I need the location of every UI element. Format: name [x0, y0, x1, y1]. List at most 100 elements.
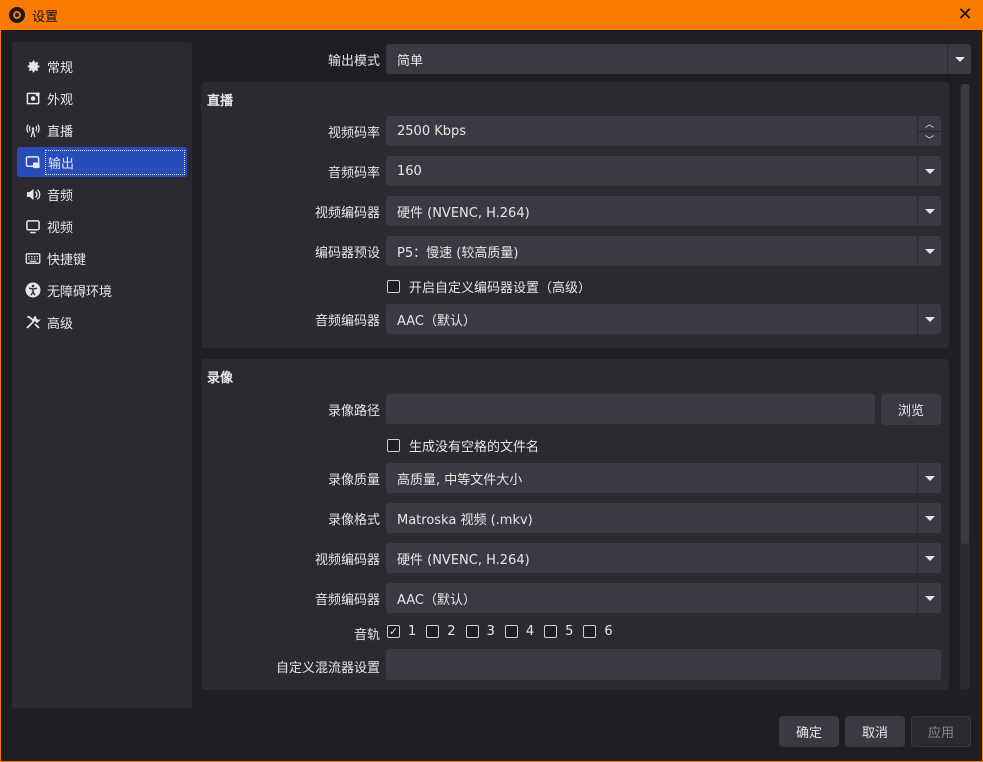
- sidebar-item-audio[interactable]: 音频: [17, 179, 187, 209]
- sidebar-item-label: 直播: [47, 124, 74, 140]
- browse-button[interactable]: 浏览: [881, 394, 941, 425]
- track-checkbox-5[interactable]: 5: [544, 624, 573, 639]
- monitor-icon: [25, 218, 41, 234]
- rec-audio-encoder-value: AAC（默认）: [397, 592, 476, 608]
- chevron-down-icon[interactable]: [917, 543, 941, 573]
- output-mode-select[interactable]: 简单: [386, 44, 971, 74]
- track-checkbox-3[interactable]: 3: [465, 624, 495, 639]
- sidebar-item-general[interactable]: 常规: [17, 51, 187, 81]
- recording-quality-select[interactable]: 高质量, 中等文件大小: [386, 463, 941, 493]
- checkbox-box[interactable]: [465, 625, 479, 638]
- video-bitrate-spinbox[interactable]: 2500 Kbps ︿ ﹀: [386, 116, 941, 146]
- recording-path-input[interactable]: [386, 394, 875, 424]
- stream-audio-encoder-select[interactable]: AAC（默认）: [386, 304, 941, 334]
- sidebar-item-label: 外观: [47, 92, 74, 108]
- sidebar-item-stream[interactable]: 直播: [17, 115, 187, 145]
- recording-quality-label: 录像质量: [327, 473, 380, 488]
- settings-sidebar: 常规 外观 直播 输出 音频 视频 快捷键 无障碍环境 高级: [12, 42, 192, 708]
- keyboard-icon: [25, 250, 41, 266]
- track-checkbox-6[interactable]: 6: [583, 624, 613, 639]
- track-checkbox-2[interactable]: 2: [426, 624, 456, 639]
- spin-down-icon[interactable]: ﹀: [918, 131, 941, 146]
- sidebar-item-label: 视频: [47, 220, 74, 236]
- output-icon: [25, 154, 41, 170]
- recording-format-value: Matroska 视频 (.mkv): [397, 512, 533, 528]
- sidebar-item-hotkeys[interactable]: 快捷键: [17, 243, 187, 273]
- chevron-down-icon[interactable]: [917, 463, 941, 493]
- audio-bitrate-value: 160: [397, 163, 422, 179]
- track-number: 5: [565, 624, 574, 639]
- stream-video-encoder-select[interactable]: 硬件 (NVENC, H.264): [386, 196, 941, 226]
- chevron-down-icon[interactable]: [917, 583, 941, 613]
- chevron-down-icon[interactable]: [947, 44, 971, 74]
- track-number: 4: [525, 624, 535, 639]
- spin-up-icon[interactable]: ︿: [918, 116, 941, 131]
- chevron-down-icon[interactable]: [917, 156, 941, 186]
- track-number: 3: [486, 624, 495, 639]
- encoder-preset-select[interactable]: P5：慢速 (较高质量): [386, 236, 941, 266]
- sidebar-item-label: 快捷键: [47, 252, 87, 268]
- checkbox-box[interactable]: [583, 625, 597, 638]
- encoder-preset-label: 编码器预设: [314, 246, 380, 261]
- video-bitrate-label: 视频码率: [327, 126, 380, 141]
- chevron-down-icon[interactable]: [917, 236, 941, 266]
- sidebar-item-label: 常规: [47, 60, 74, 76]
- accessibility-icon: [25, 282, 41, 298]
- track-checkbox-4[interactable]: 4: [504, 624, 535, 639]
- window-title: 设置: [32, 9, 59, 25]
- audio-bitrate-label: 音频码率: [327, 166, 380, 181]
- streaming-group-title: 直播: [207, 94, 234, 109]
- checkbox-box[interactable]: [387, 439, 400, 452]
- vertical-scrollbar[interactable]: [960, 84, 970, 690]
- checkbox-box[interactable]: [426, 625, 440, 638]
- sidebar-item-label: 输出: [45, 149, 185, 175]
- sidebar-item-label: 音频: [47, 188, 74, 204]
- rec-video-encoder-select[interactable]: 硬件 (NVENC, H.264): [386, 543, 941, 573]
- scrollbar-thumb[interactable]: [961, 84, 969, 544]
- track-number: 1: [408, 624, 417, 639]
- custom-encoder-checkbox[interactable]: 开启自定义编码器设置（高级）: [387, 277, 591, 296]
- sidebar-item-accessibility[interactable]: 无障碍环境: [17, 275, 187, 305]
- chevron-down-icon[interactable]: [917, 196, 941, 226]
- stream-audio-encoder-label: 音频编码器: [314, 314, 380, 329]
- audio-tracks: ✓ 1 2 3 4 5 6: [387, 624, 623, 639]
- sidebar-item-appearance[interactable]: 外观: [17, 83, 187, 113]
- output-mode-label: 输出模式: [327, 54, 380, 69]
- checkbox-box[interactable]: [544, 625, 558, 638]
- stream-audio-encoder-value: AAC（默认）: [397, 313, 476, 329]
- no-space-filename-checkbox[interactable]: 生成没有空格的文件名: [387, 436, 539, 455]
- checkbox-box[interactable]: [504, 625, 518, 638]
- recording-quality-value: 高质量, 中等文件大小: [397, 472, 523, 488]
- recording-format-select[interactable]: Matroska 视频 (.mkv): [386, 503, 941, 533]
- ok-button[interactable]: 确定: [779, 716, 839, 747]
- output-mode-value: 简单: [397, 53, 424, 69]
- obs-logo-icon: [9, 7, 25, 23]
- sidebar-item-video[interactable]: 视频: [17, 211, 187, 241]
- rec-video-encoder-label: 视频编码器: [314, 553, 380, 568]
- spin-buttons[interactable]: ︿ ﹀: [917, 116, 941, 146]
- muxer-settings-label: 自定义混流器设置: [275, 661, 380, 676]
- stream-video-encoder-label: 视频编码器: [314, 206, 380, 221]
- speaker-icon: [25, 186, 41, 202]
- recording-group-title: 录像: [207, 371, 234, 386]
- sidebar-item-label: 高级: [47, 316, 74, 332]
- close-icon[interactable]: ✕: [955, 5, 975, 25]
- sidebar-item-output[interactable]: 输出: [17, 147, 187, 177]
- chevron-down-icon[interactable]: [917, 503, 941, 533]
- cancel-button[interactable]: 取消: [845, 716, 905, 747]
- chevron-down-icon[interactable]: [917, 304, 941, 334]
- checkbox-box[interactable]: [387, 280, 400, 293]
- tools-icon: [25, 314, 41, 330]
- rec-audio-encoder-select[interactable]: AAC（默认）: [386, 583, 941, 613]
- title-bar: 设置 ✕: [0, 0, 983, 30]
- sidebar-item-advanced[interactable]: 高级: [17, 307, 187, 337]
- encoder-preset-value: P5：慢速 (较高质量): [397, 245, 519, 261]
- no-space-filename-label: 生成没有空格的文件名: [409, 440, 540, 455]
- checkbox-box[interactable]: ✓: [387, 625, 400, 638]
- custom-encoder-label: 开启自定义编码器设置（高级）: [409, 281, 592, 296]
- apply-button[interactable]: 应用: [911, 716, 971, 747]
- track-checkbox-1[interactable]: ✓ 1: [387, 624, 416, 639]
- recording-format-label: 录像格式: [327, 513, 380, 528]
- audio-bitrate-select[interactable]: 160: [386, 156, 941, 186]
- muxer-settings-input[interactable]: [386, 649, 941, 680]
